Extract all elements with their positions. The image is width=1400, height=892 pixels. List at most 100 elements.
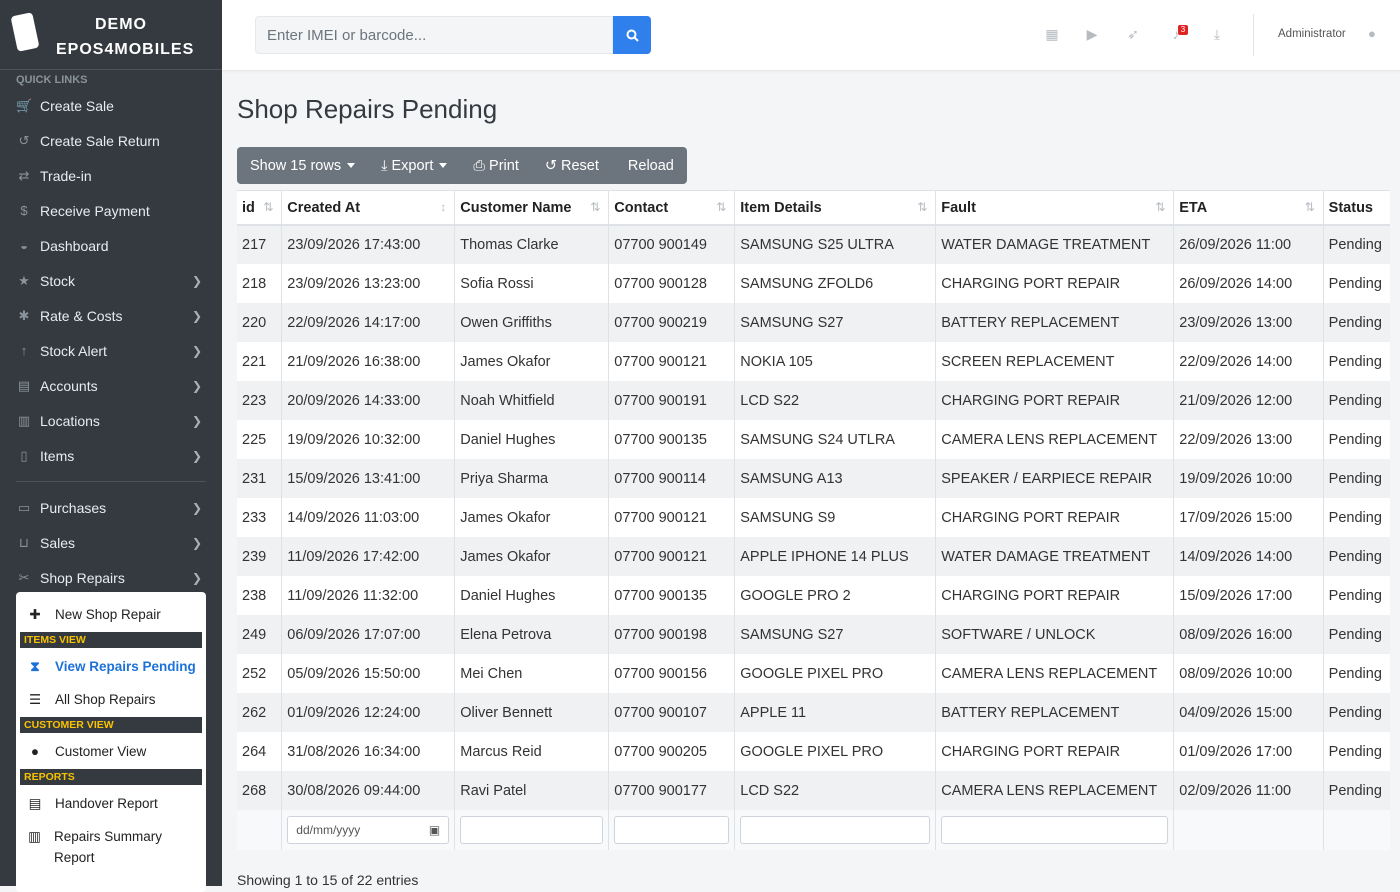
- table-cell: Ravi Patel: [454, 771, 610, 810]
- table-cell: Mei Chen: [454, 654, 610, 693]
- sidebar-item-accounts[interactable]: ▤ Accounts ❯: [0, 368, 222, 403]
- print-button[interactable]: ⎙ Print: [460, 147, 531, 184]
- sidebar-item-sales[interactable]: ⊔ Sales ❯: [0, 525, 222, 560]
- download-icon[interactable]: ⤓: [1209, 26, 1225, 42]
- table-row[interactable]: 231 15/09/2026 13:41:00 Priya Sharma 07700 …: [237, 459, 1390, 498]
- table-cell: 11/09/2026 11:32:00: [281, 576, 456, 615]
- column-header-eta[interactable]: ETA ⇅: [1173, 191, 1324, 226]
- table-row[interactable]: 262 01/09/2026 12:24:00 Oliver Bennett 0770…: [237, 693, 1390, 732]
- sidebar-item-label: Create Sale: [40, 97, 114, 114]
- table-row[interactable]: 218 23/09/2026 13:23:00 Sofia Rossi 07700 9…: [237, 264, 1390, 303]
- table-cell: Pending: [1323, 693, 1390, 732]
- export-button[interactable]: ⤓ Export: [368, 147, 460, 184]
- table-row[interactable]: 249 06/09/2026 17:07:00 Elena Petrova 07700…: [237, 615, 1390, 654]
- table-cell: 262: [237, 693, 283, 732]
- search-input[interactable]: Enter IMEI or barcode...: [255, 16, 613, 54]
- table-row[interactable]: 225 19/09/2026 10:32:00 Daniel Hughes 07700…: [237, 420, 1390, 459]
- column-header-item-details[interactable]: Item Details ⇅: [734, 191, 937, 226]
- chevron-right-icon: ❯: [191, 413, 202, 428]
- table-row[interactable]: 238 11/09/2026 11:32:00 Daniel Hughes 07700…: [237, 576, 1390, 615]
- sidebar-item-stock[interactable]: ★ Stock ❯: [0, 263, 222, 298]
- search-button[interactable]: [613, 16, 651, 54]
- table-cell: 07700 900128: [608, 264, 736, 303]
- sidebar-item-receive-payment[interactable]: $ Receive Payment: [0, 193, 222, 228]
- all-shop-repairs-link[interactable]: ☰ All Shop Repairs: [20, 683, 202, 716]
- show-rows-label: Show 15 rows: [250, 157, 342, 174]
- table-row[interactable]: 268 30/08/2026 09:44:00 Ravi Patel 07700 90…: [237, 771, 1390, 810]
- customer-view-link[interactable]: ● Customer View: [20, 735, 202, 768]
- arrow-up-icon: ↑: [20, 343, 28, 358]
- table-cell: 07700 900219: [608, 303, 736, 342]
- table-row[interactable]: 233 14/09/2026 11:03:00 James Okafor 07700 …: [237, 498, 1390, 537]
- search-icon: [626, 29, 639, 42]
- table-cell: WATER DAMAGE TREATMENT: [935, 537, 1175, 576]
- table-row[interactable]: 221 21/09/2026 16:38:00 James Okafor 07700 …: [237, 342, 1390, 381]
- column-header-customer-name[interactable]: Customer Name ⇅: [454, 191, 610, 226]
- handover-report-link[interactable]: ▤ Handover Report: [20, 787, 202, 820]
- sidebar-item-trade-in[interactable]: ⇄ Trade-in: [0, 158, 222, 193]
- table-cell: APPLE IPHONE 14 PLUS: [734, 537, 937, 576]
- table-row[interactable]: 223 20/09/2026 14:33:00 Noah Whitfield 0770…: [237, 381, 1390, 420]
- user-icon[interactable]: ●: [1368, 26, 1376, 41]
- new-shop-repair-link[interactable]: ✚ New Shop Repair: [20, 598, 202, 631]
- sidebar-item-items[interactable]: ▯ Items ❯: [0, 438, 222, 473]
- brand[interactable]: DEMO EPOS4MOBILES: [0, 0, 222, 70]
- table-cell: 07700 900107: [608, 693, 736, 732]
- repairs-summary-report-link[interactable]: ▥ Repairs Summary Report: [20, 820, 202, 874]
- table-cell: 238: [237, 576, 283, 615]
- cash-register-icon[interactable]: ▦: [1044, 26, 1060, 42]
- table-cell: SOFTWARE / UNLOCK: [935, 615, 1175, 654]
- sidebar-item-stock-alert[interactable]: ↑ Stock Alert ❯: [0, 333, 222, 368]
- table-cell: Pending: [1323, 771, 1390, 810]
- created-at-date-filter[interactable]: dd/mm/yyyy ▣: [287, 816, 450, 844]
- column-header-id[interactable]: id ⇅: [237, 191, 283, 226]
- table-cell: CHARGING PORT REPAIR: [935, 498, 1175, 537]
- download-icon: ⤓: [381, 157, 388, 174]
- export-label: Export: [391, 157, 434, 174]
- dollar-icon: $: [20, 203, 28, 218]
- play-circle-icon[interactable]: ▶: [1084, 26, 1100, 42]
- sidebar-item-create-sale-return[interactable]: ↺ Create Sale Return: [0, 123, 222, 158]
- column-header-label: Fault: [941, 199, 976, 216]
- view-repairs-pending-link[interactable]: ⧗ View Repairs Pending: [20, 650, 202, 683]
- column-header-created-at[interactable]: Created At ↕: [281, 191, 456, 226]
- table-cell: 225: [237, 420, 283, 459]
- sidebar-item-rate-costs[interactable]: ✱ Rate & Costs ❯: [0, 298, 222, 333]
- rocket-icon[interactable]: ➶: [1125, 26, 1141, 42]
- sidebar-item-create-sale[interactable]: 🛒 Create Sale: [0, 88, 222, 123]
- table-cell: CHARGING PORT REPAIR: [935, 576, 1175, 615]
- table-row[interactable]: 220 22/09/2026 14:17:00 Owen Griffiths 0770…: [237, 303, 1390, 342]
- sidebar-item-shop-repairs[interactable]: ✂ Shop Repairs ❯: [0, 560, 222, 595]
- filter-cell: [935, 810, 1175, 850]
- reload-button[interactable]: Reload: [612, 147, 687, 184]
- table-cell: WATER DAMAGE TREATMENT: [935, 225, 1175, 264]
- sort-icon: ⇅: [590, 200, 601, 214]
- table-cell: 233: [237, 498, 283, 537]
- column-filter-input[interactable]: [460, 816, 604, 844]
- table-cell: Pending: [1323, 615, 1390, 654]
- sidebar-item-dashboard[interactable]: ◒ Dashboard: [0, 228, 222, 263]
- show-rows-button[interactable]: Show 15 rows: [237, 147, 368, 184]
- table-row[interactable]: 252 05/09/2026 15:50:00 Mei Chen 07700 9001…: [237, 654, 1390, 693]
- table-row[interactable]: 264 31/08/2026 16:34:00 Marcus Reid 07700 9…: [237, 732, 1390, 771]
- column-header-status[interactable]: Status⇅: [1323, 191, 1390, 226]
- column-filter-input[interactable]: [614, 816, 730, 844]
- table-cell: Elena Petrova: [454, 615, 610, 654]
- column-filter-input[interactable]: [740, 816, 931, 844]
- table-cell: James Okafor: [454, 537, 610, 576]
- quick-links-label: QUICK LINKS: [16, 74, 88, 86]
- sidebar-item-purchases[interactable]: ▭ Purchases ❯: [0, 490, 222, 525]
- user-name[interactable]: Administrator: [1278, 28, 1346, 40]
- table-cell: 07700 900135: [608, 576, 736, 615]
- column-header-contact[interactable]: Contact ⇅: [608, 191, 736, 226]
- table-row[interactable]: 217 23/09/2026 17:43:00 Thomas Clarke 07700…: [237, 225, 1390, 264]
- column-filter-input[interactable]: [941, 816, 1169, 844]
- table-row[interactable]: 239 11/09/2026 17:42:00 James Okafor 07700 …: [237, 537, 1390, 576]
- table-cell: 264: [237, 732, 283, 771]
- sidebar-item-locations[interactable]: ▥ Locations ❯: [0, 403, 222, 438]
- repairs-summary-report-label: Repairs Summary Report: [54, 829, 163, 865]
- reset-button[interactable]: ↺ Reset: [532, 147, 612, 184]
- nav-list: 🛒 Create Sale ↺ Create Sale Return ⇄ Trade-in…: [0, 88, 222, 595]
- column-header-fault[interactable]: Fault ⇅: [935, 191, 1175, 226]
- sidebar-item-label: Sales: [40, 534, 76, 551]
